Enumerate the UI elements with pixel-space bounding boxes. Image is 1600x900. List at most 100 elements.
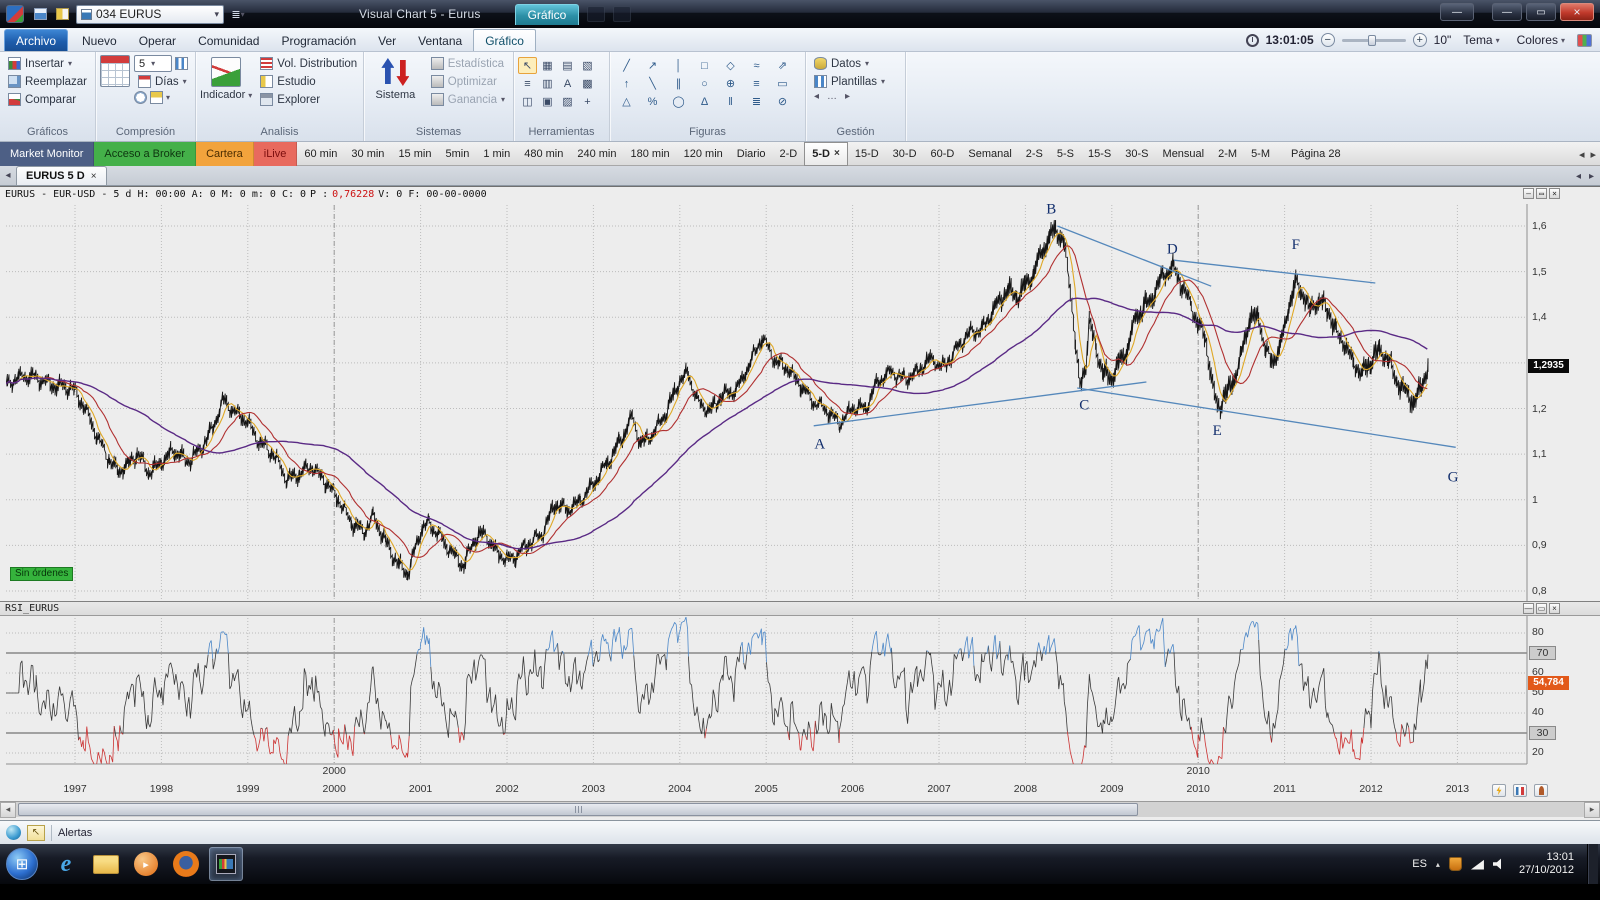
timeframe-5-s[interactable]: 5-S (1050, 142, 1081, 166)
timeframe-60-d[interactable]: 60-D (924, 142, 962, 166)
figure-icon-0[interactable]: ╱ (614, 57, 639, 74)
timeframe-30-d[interactable]: 30-D (886, 142, 924, 166)
scroll-right-icon[interactable]: ▸ (1590, 148, 1596, 161)
timeframe-1-min[interactable]: 1 min (476, 142, 517, 166)
zo om-slider[interactable] (1342, 39, 1406, 42)
trend-line[interactable] (1174, 260, 1375, 283)
alert-cursor-icon[interactable]: ↖ (27, 825, 45, 841)
zoom-out-icon[interactable]: − (1321, 33, 1335, 47)
taskbar-visualchart-button[interactable] (209, 847, 243, 881)
new-chart-button[interactable] (30, 4, 50, 24)
explorer-button[interactable]: Explorer (256, 91, 361, 108)
tab-right-icon[interactable]: ▸ (1589, 171, 1594, 182)
tool-icon-5[interactable]: ▥ (538, 75, 557, 92)
workspace-button-market-monitor[interactable]: Market Monitor (0, 142, 94, 166)
dias-dropdown[interactable]: Días ▾ (134, 73, 191, 90)
menu-tab-comunidad[interactable]: Comunidad (187, 30, 270, 51)
tool-icon-0[interactable]: ↖ (518, 57, 537, 74)
chart-page-icon[interactable] (1513, 784, 1527, 797)
volume-icon[interactable] (1493, 858, 1506, 870)
compression-value-combo[interactable]: 5 ▾ (134, 55, 172, 72)
comparar-button[interactable]: Comparar (4, 91, 91, 108)
page-next-icon[interactable]: ▸ (845, 91, 850, 102)
figure-icon-14[interactable]: △ (614, 93, 639, 110)
price-chart-canvas[interactable]: ABCDEFG (0, 187, 1600, 801)
tool-icon-9[interactable]: ▣ (538, 93, 557, 110)
tab-left-icon[interactable]: ◂ (1576, 171, 1581, 182)
inactive-tool-icon[interactable] (613, 6, 631, 22)
workspace-button-acceso-a-broker[interactable]: Acceso a Broker (94, 142, 196, 166)
timeframe-mensual[interactable]: Mensual (1156, 142, 1212, 166)
indicador-button[interactable]: Indicador ▾ (200, 55, 252, 126)
timeframe-480-min[interactable]: 480 min (517, 142, 570, 166)
tray-expand-icon[interactable]: ▴ (1436, 860, 1440, 869)
timeframe-2-s[interactable]: 2-S (1019, 142, 1050, 166)
tool-icon-7[interactable]: ▩ (578, 75, 597, 92)
pane-close-icon[interactable]: × (1549, 188, 1560, 199)
figure-icon-16[interactable]: ◯ (666, 93, 691, 110)
figure-icon-20[interactable]: ⊘ (770, 93, 795, 110)
figure-icon-17[interactable]: Δ (692, 93, 717, 110)
datos-dropdown[interactable]: Datos ▾ (810, 55, 889, 72)
figure-icon-18[interactable]: ‖ (718, 93, 743, 110)
timeframe-180-min[interactable]: 180 min (624, 142, 677, 166)
timeframe-30-s[interactable]: 30-S (1118, 142, 1155, 166)
tool-icon-6[interactable]: A (558, 75, 577, 92)
timeframe-15-s[interactable]: 15-S (1081, 142, 1118, 166)
colores-dropdown[interactable]: Colores ▾ (1512, 31, 1570, 49)
wave-letter-D[interactable]: D (1167, 241, 1178, 257)
context-tab-grafico[interactable]: Gráfico (515, 4, 580, 25)
close-button[interactable]: × (1560, 3, 1594, 21)
wave-letter-G[interactable]: G (1448, 470, 1459, 486)
timeframe-semanal[interactable]: Semanal (961, 142, 1018, 166)
ganancia-button[interactable]: Ganancia ▾ (427, 91, 509, 108)
trend-line[interactable] (1077, 388, 1456, 447)
taskbar-firefox-button[interactable] (169, 847, 203, 881)
security-shield-icon[interactable] (1449, 857, 1462, 871)
menu-tab-ventana[interactable]: Ventana (407, 30, 473, 51)
tool-icon-8[interactable]: ◫ (518, 93, 537, 110)
estudio-button[interactable]: Estudio (256, 73, 361, 90)
timeframe-30-min[interactable]: 30 min (344, 142, 391, 166)
symbol-combo[interactable]: 034 EURUS ▾ (76, 5, 224, 24)
minimize-button[interactable]: — (1492, 3, 1522, 21)
start-button[interactable]: ⊞ (6, 848, 38, 880)
figure-icon-3[interactable]: □ (692, 57, 717, 74)
quick-alert-icon[interactable] (1492, 784, 1506, 797)
figure-icon-10[interactable]: ○ (692, 75, 717, 92)
timeframe-15-d[interactable]: 15-D (848, 142, 886, 166)
close-timeframe-icon[interactable]: × (834, 148, 840, 159)
wave-letter-C[interactable]: C (1079, 397, 1089, 413)
tema-dropdown[interactable]: Tema ▾ (1458, 31, 1504, 49)
pane-minimize-icon[interactable]: — (1523, 603, 1534, 614)
timeframe-60-min[interactable]: 60 min (297, 142, 344, 166)
tool-icon-10[interactable]: ▨ (558, 93, 577, 110)
vol-distribution-button[interactable]: Vol. Distribution (256, 55, 361, 72)
figure-icon-15[interactable]: % (640, 93, 665, 110)
menu-tab-archivo[interactable]: Archivo (4, 29, 68, 51)
maximize-button[interactable]: ▭ (1526, 3, 1556, 21)
insertar-button[interactable]: Insertar ▾ (4, 55, 91, 72)
timeframe-2-m[interactable]: 2-M (1211, 142, 1244, 166)
timeframe-120-min[interactable]: 120 min (677, 142, 730, 166)
page-prev-icon[interactable]: ◂ (814, 91, 819, 102)
tray-clock[interactable]: 13:01 27/10/2012 (1519, 851, 1574, 877)
scrollbar-track[interactable] (16, 802, 1584, 818)
page-label[interactable]: Página 28 (1283, 148, 1349, 160)
show-desktop-button[interactable] (1587, 844, 1598, 884)
wave-letter-B[interactable]: B (1046, 202, 1056, 218)
menu-tab-nuevo[interactable]: Nuevo (71, 30, 128, 51)
wave-letter-A[interactable]: A (814, 437, 825, 453)
taskbar-ie-button[interactable]: e (49, 847, 83, 881)
wave-letter-E[interactable]: E (1213, 423, 1222, 439)
network-icon[interactable] (1471, 859, 1484, 870)
palette-icon[interactable] (1577, 34, 1592, 47)
tool-icon-11[interactable]: + (578, 93, 597, 110)
pane-maximize-icon[interactable]: ▭ (1536, 188, 1547, 199)
titlebar-extra-button[interactable]: — (1440, 3, 1474, 21)
reemplazar-button[interactable]: Reemplazar (4, 73, 91, 90)
workspace-button-ilive[interactable]: iLive (254, 142, 298, 166)
quick-menu-button[interactable]: ≣▾ (228, 4, 248, 24)
figure-icon-13[interactable]: ▭ (770, 75, 795, 92)
close-tab-icon[interactable]: × (91, 171, 97, 182)
